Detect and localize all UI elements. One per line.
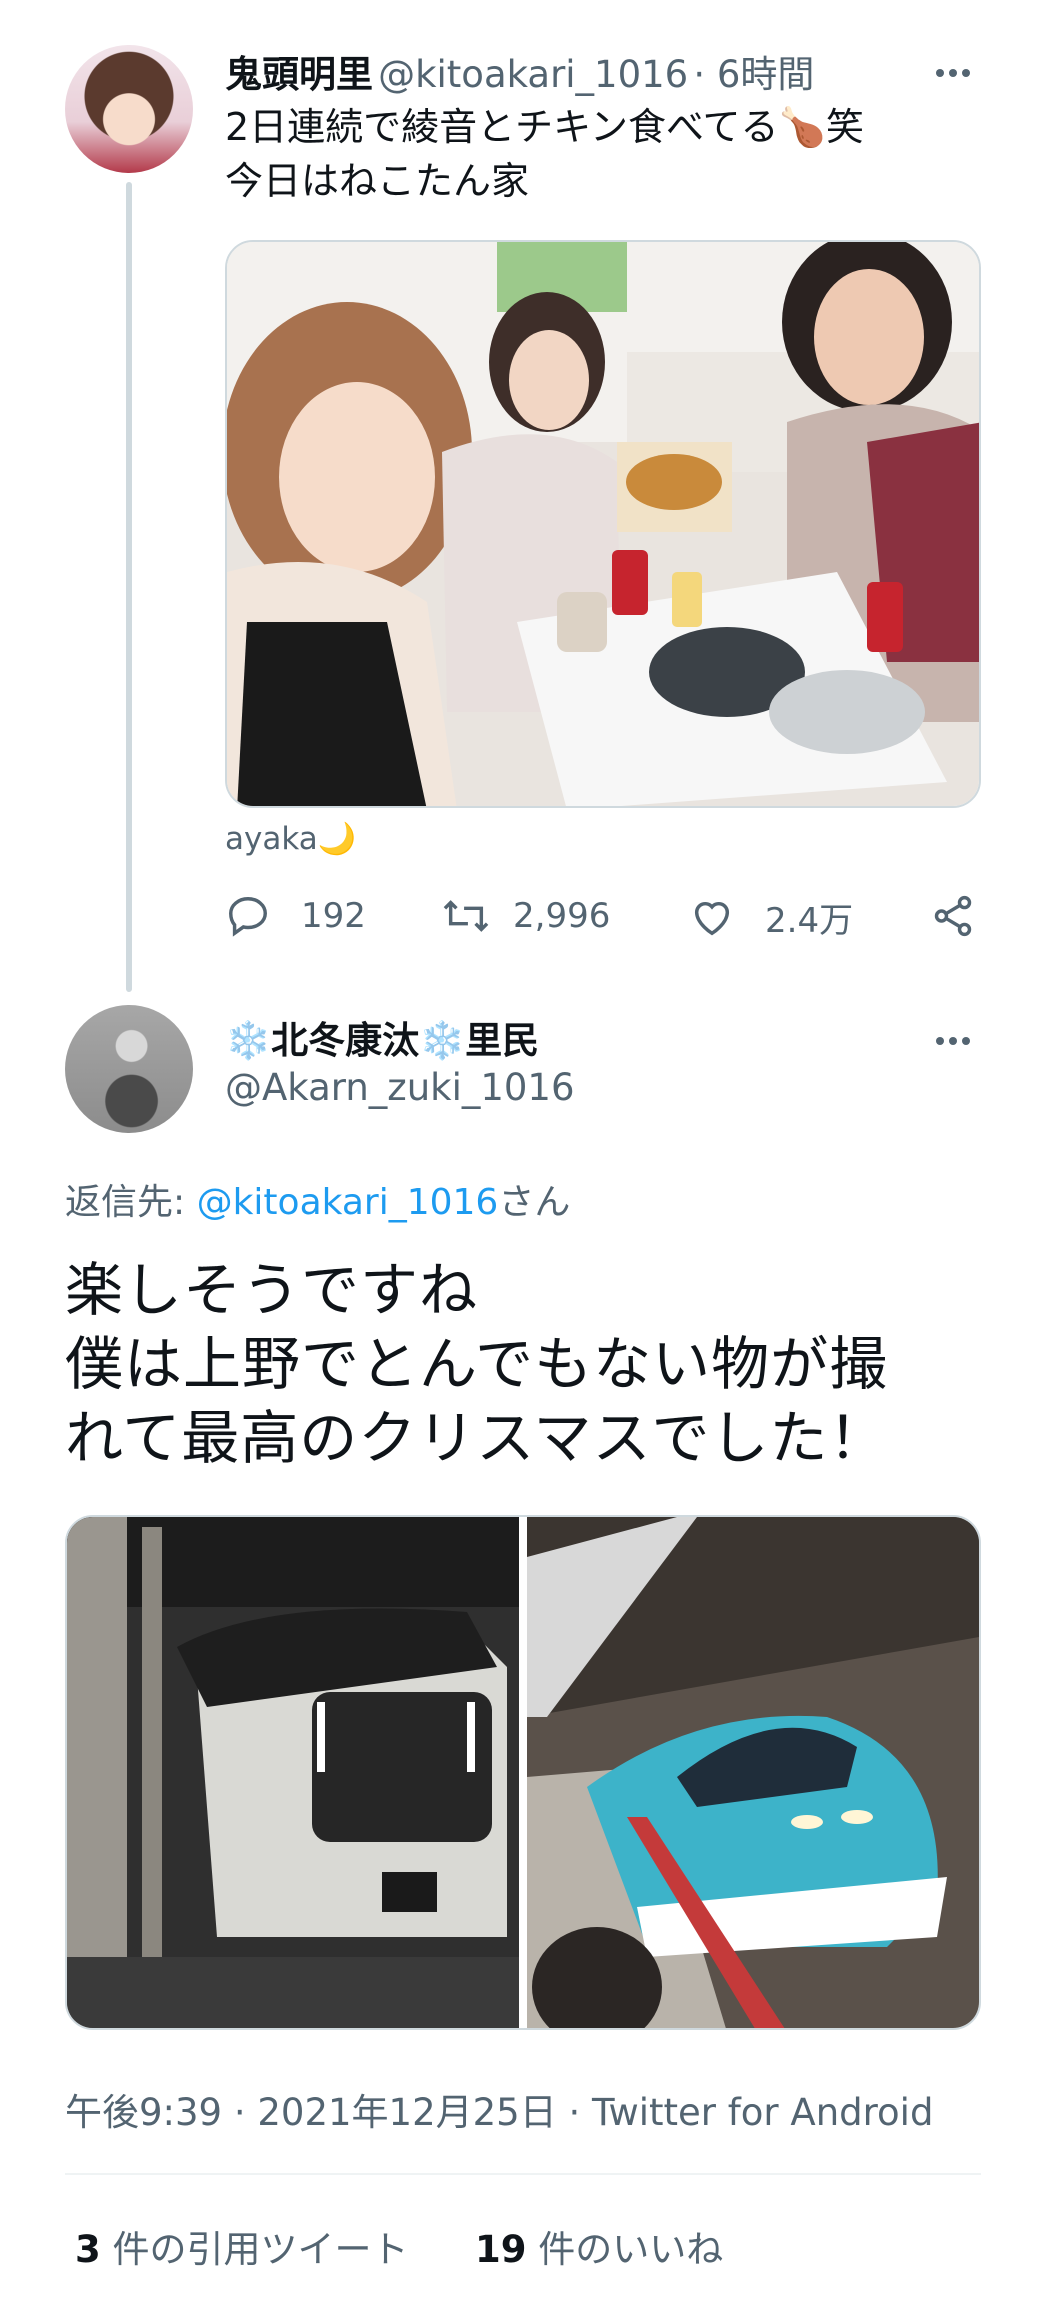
retweet-icon [443, 900, 489, 932]
tweet-photo-grid [65, 1515, 981, 2030]
author-name[interactable]: ❄️北冬康汰❄️里民 [225, 1010, 539, 1064]
divider [65, 2173, 981, 2175]
tweet-photo[interactable] [67, 1517, 519, 2028]
reply-to-line: 返信先: @kitoakari_1016さん [65, 1173, 570, 1225]
tweet-text-line: 僕は上野でとんでもない物が撮 [65, 1330, 889, 1398]
likes-label: 件のいいね [526, 2228, 724, 2271]
avatar[interactable] [65, 1005, 193, 1133]
like-icon [694, 901, 730, 935]
tweet-text-line: れて最高のクリスマスでした！ [65, 1404, 888, 1472]
more-icon[interactable] [936, 1030, 980, 1045]
author-name[interactable]: 鬼頭明里 [225, 53, 373, 96]
reply-action[interactable]: 192 [225, 893, 366, 939]
share-icon[interactable] [930, 893, 976, 943]
tweet2-text: 楽しそうですね 僕は上野でとんでもない物が撮 れて最高のクリスマスでした！ [65, 1253, 888, 1475]
avatar[interactable] [65, 45, 193, 173]
photo-party-image [227, 242, 979, 806]
more-icon[interactable] [936, 62, 980, 77]
tweet1-text: 2日連続で綾音とチキン食べてる🍗笑 今日はねこたん家 [225, 100, 864, 208]
tweet-photo[interactable] [527, 1517, 979, 2028]
author-handle[interactable]: @kitoakari_1016 [378, 53, 688, 96]
reply-to-link[interactable]: @kitoakari_1016 [197, 1182, 499, 1223]
photo-train-right [527, 1517, 979, 2028]
like-count: 2.4万 [765, 901, 854, 941]
tweet-timestamp[interactable]: 午後9:39 · 2021年12月25日 · Twitter for Andro… [65, 2082, 933, 2136]
likes-link[interactable]: 19 件のいいね [475, 2219, 723, 2273]
reply-count: 192 [301, 896, 366, 936]
photo-caption: ayaka🌙 [225, 821, 357, 857]
tweet-text-line: 今日はねこたん家 [225, 159, 530, 203]
retweet-count: 2,996 [513, 896, 611, 936]
thread-line [126, 182, 132, 992]
tweet-text-line: 2日連続で綾音とチキン食べてる🍗笑 [225, 105, 864, 149]
photo-train-left [67, 1517, 519, 2028]
photo-divider [519, 1517, 527, 2028]
tweet-time[interactable]: · 6時間 [693, 53, 814, 96]
tweet-text-line: 楽しそうですね [65, 1256, 479, 1324]
reply-icon [229, 897, 267, 937]
reply-suffix: さん [498, 1182, 571, 1223]
likes-count: 19 [475, 2228, 527, 2271]
quote-tweets-link[interactable]: 3 件の引用ツイート [75, 2219, 409, 2273]
tweet-photo[interactable] [225, 240, 981, 808]
retweet-action[interactable]: 2,996 [441, 893, 610, 939]
quote-label: 件の引用ツイート [100, 2228, 409, 2271]
author-handle[interactable]: @Akarn_zuki_1016 [225, 1066, 575, 1109]
quote-count: 3 [75, 2228, 101, 2271]
like-action[interactable]: 2.4万 [689, 893, 853, 942]
tweet1-header: 鬼頭明里 @kitoakari_1016 · 6時間 [225, 44, 814, 98]
reply-prefix: 返信先: [65, 1182, 197, 1223]
